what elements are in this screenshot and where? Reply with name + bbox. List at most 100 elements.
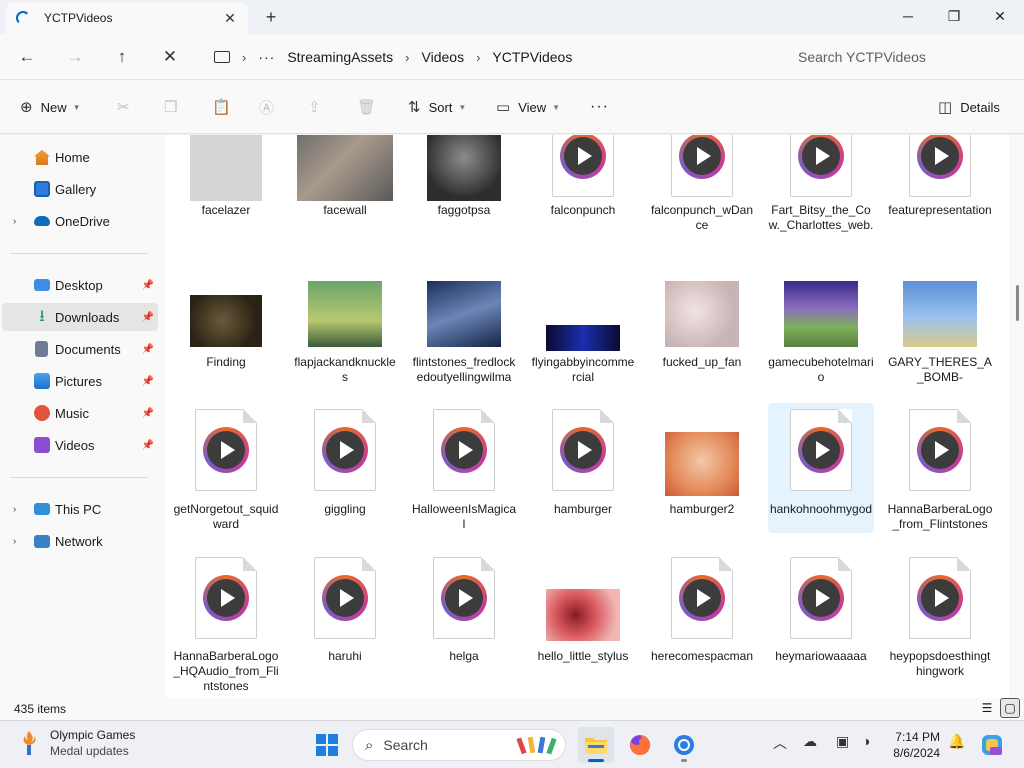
file-item-flyingabbyincommercial[interactable]: flyingabbyincommercial bbox=[530, 275, 636, 405]
new-button[interactable]: ⊕ New ▼ bbox=[20, 94, 81, 120]
up-arrow-icon[interactable]: ↑ bbox=[106, 42, 138, 72]
view-label: View bbox=[518, 99, 547, 115]
sidebar-item-downloads[interactable]: ⭳ Downloads 📌 bbox=[2, 303, 158, 331]
chrome-taskbar-button[interactable] bbox=[666, 727, 702, 763]
pin-icon[interactable]: 📌 bbox=[142, 440, 154, 451]
minimize-button[interactable]: ─ bbox=[885, 0, 931, 32]
sidebar-item-music[interactable]: Music 📌 bbox=[2, 399, 158, 427]
breadcrumb-videos[interactable]: Videos bbox=[422, 49, 465, 65]
more-options-button[interactable]: ··· bbox=[590, 94, 609, 120]
sort-arrows-icon: ⇅ bbox=[408, 99, 421, 116]
pin-icon[interactable]: 📌 bbox=[142, 280, 154, 291]
file-item-hannabarberalogo-from-flintstones[interactable]: HannaBarberaLogo_from_Flintstones bbox=[887, 403, 993, 533]
sidebar-item-documents[interactable]: Documents 📌 bbox=[2, 335, 158, 363]
file-item-flintstones[interactable]: flintstones_fredlockedoutyellingwilma bbox=[411, 275, 517, 405]
sort-button[interactable]: ⇅ Sort ▼ bbox=[408, 94, 466, 120]
chevron-right-icon[interactable]: › bbox=[13, 216, 16, 227]
firefox-taskbar-button[interactable] bbox=[622, 727, 658, 763]
cut-button[interactable]: ✂ bbox=[117, 94, 138, 120]
file-item-getnorgetout-squidward[interactable]: getNorgetout_squidward bbox=[173, 403, 279, 533]
breadcrumb-ellipsis[interactable]: ··· bbox=[258, 49, 275, 65]
copilot-icon[interactable] bbox=[980, 733, 1004, 757]
network-icon[interactable]: ▣ bbox=[836, 733, 849, 750]
file-item-fucked-up-fan[interactable]: fucked_up_fan bbox=[649, 275, 755, 405]
sidebar-item-network[interactable]: › Network bbox=[2, 527, 158, 555]
close-window-button[interactable]: ✕ bbox=[977, 0, 1023, 32]
tab-close-icon[interactable]: ✕ bbox=[218, 6, 242, 30]
file-item-hannabarberalogo-hqaudio[interactable]: HannaBarberaLogo_HQAudio_from_Flintstone… bbox=[173, 551, 279, 693]
file-item-falconpunch[interactable]: falconpunch bbox=[530, 135, 636, 259]
back-arrow-icon[interactable]: ← bbox=[11, 42, 43, 72]
file-item-gamecubehotelmario[interactable]: gamecubehotelmario bbox=[768, 275, 874, 405]
file-item-haruhi[interactable]: haruhi bbox=[292, 551, 398, 681]
file-item-facelazer[interactable]: facelazer bbox=[173, 135, 279, 259]
notification-bell-icon[interactable]: 🔔 bbox=[948, 733, 965, 750]
play-icon bbox=[917, 427, 963, 473]
pin-icon[interactable]: 📌 bbox=[142, 312, 154, 323]
file-item-faggotpsa[interactable]: faggotpsa bbox=[411, 135, 517, 259]
search-input[interactable] bbox=[798, 49, 998, 65]
paste-button[interactable]: 📋 bbox=[212, 94, 239, 120]
chevron-right-icon[interactable]: › bbox=[13, 536, 16, 547]
breadcrumb-yctpvideos[interactable]: YCTPVideos bbox=[492, 49, 572, 65]
tab-yctpvideos[interactable]: YCTPVideos ✕ bbox=[6, 2, 248, 34]
copy-button[interactable]: ❐ bbox=[164, 94, 185, 120]
delete-button[interactable]: 🗑 bbox=[357, 94, 384, 120]
file-item-helga[interactable]: helga bbox=[411, 551, 517, 681]
file-item-herecomespacman[interactable]: herecomespacman bbox=[649, 551, 755, 681]
video-thumbnail bbox=[308, 281, 382, 347]
file-item-heypopsdoesthingthingwork[interactable]: heypopsdoesthingthingwork bbox=[887, 551, 993, 681]
breadcrumb-streamingassets[interactable]: StreamingAssets bbox=[287, 49, 393, 65]
file-item-featurepresentation[interactable]: featurepresentation bbox=[887, 135, 993, 259]
pin-icon[interactable]: 📌 bbox=[142, 376, 154, 387]
file-item-fart-bitsy[interactable]: Fart_Bitsy_the_Cow._Charlottes_web. bbox=[768, 135, 874, 259]
windows-start-icon[interactable] bbox=[316, 734, 338, 756]
details-button[interactable]: ◫ Details bbox=[938, 94, 1000, 120]
file-item-halloweenismagical[interactable]: HalloweenIsMagical bbox=[411, 403, 517, 533]
vertical-scrollbar[interactable] bbox=[1011, 135, 1024, 698]
details-view-icon[interactable]: ☰ bbox=[977, 698, 997, 718]
sidebar-item-onedrive[interactable]: › OneDrive bbox=[2, 207, 158, 235]
video-thumbnail bbox=[665, 281, 739, 347]
pin-icon[interactable]: 📌 bbox=[142, 408, 154, 419]
file-item-falconpunch-wdance[interactable]: falconpunch_wDance bbox=[649, 135, 755, 259]
file-item-flapjackandknuckles[interactable]: flapjackandknuckles bbox=[292, 275, 398, 405]
file-item-facewall[interactable]: facewall bbox=[292, 135, 398, 259]
scrollbar-thumb[interactable] bbox=[1016, 285, 1019, 321]
file-item-hamburger2[interactable]: hamburger2 bbox=[649, 403, 755, 533]
file-explorer-taskbar-button[interactable] bbox=[578, 727, 614, 763]
share-button[interactable]: ⇪ bbox=[308, 94, 329, 120]
rename-button[interactable]: Ⓐ bbox=[259, 94, 282, 120]
tiles-view-icon[interactable]: ▢ bbox=[1000, 698, 1020, 718]
sidebar-item-pictures[interactable]: Pictures 📌 bbox=[2, 367, 158, 395]
weather-widget[interactable]: Olympic Games Medal updates bbox=[18, 728, 135, 758]
new-tab-button[interactable]: + bbox=[258, 4, 284, 30]
file-item-hello-little-stylus[interactable]: hello_little_stylus bbox=[530, 551, 636, 681]
stop-loading-icon[interactable]: ✕ bbox=[154, 42, 186, 72]
clock[interactable]: 7:14 PM 8/6/2024 bbox=[884, 729, 940, 761]
file-item-finding[interactable]: Finding bbox=[173, 275, 279, 405]
sidebar-item-this-pc[interactable]: › This PC bbox=[2, 495, 158, 523]
sidebar-item-gallery[interactable]: Gallery bbox=[2, 175, 158, 203]
file-item-heymariowaaaaa[interactable]: heymariowaaaaa bbox=[768, 551, 874, 681]
chevron-right-icon[interactable]: › bbox=[13, 504, 16, 515]
pin-icon[interactable]: 📌 bbox=[142, 344, 154, 355]
sidebar-item-videos[interactable]: Videos 📌 bbox=[2, 431, 158, 459]
sidebar-item-desktop[interactable]: Desktop 📌 bbox=[2, 271, 158, 299]
file-item-hamburger[interactable]: hamburger bbox=[530, 403, 636, 533]
taskbar-search[interactable]: ⌕ Search bbox=[352, 729, 566, 761]
cloud-offline-icon[interactable]: ☁ bbox=[803, 733, 817, 750]
video-file-icon bbox=[433, 409, 495, 491]
file-item-giggling[interactable]: giggling bbox=[292, 403, 398, 533]
search-box[interactable] bbox=[786, 41, 1016, 73]
forward-arrow-icon[interactable]: → bbox=[59, 42, 91, 72]
volume-icon[interactable]: ◑ bbox=[862, 733, 870, 749]
file-grid: facelazer facewall faggotpsa falconpunch… bbox=[165, 135, 1010, 698]
chevron-up-icon[interactable]: ︿ bbox=[773, 733, 787, 753]
file-item-hankohnoohmygod[interactable]: hankohnoohmygod bbox=[768, 403, 874, 533]
breadcrumb[interactable]: › ··· StreamingAssets › Videos › YCTPVid… bbox=[202, 41, 776, 73]
maximize-button[interactable]: ❐ bbox=[931, 0, 977, 32]
sidebar-item-home[interactable]: Home bbox=[2, 143, 158, 171]
view-button[interactable]: ▭ View ▼ bbox=[496, 94, 560, 120]
file-item-gary-theres-a-bomb[interactable]: GARY_THERES_A_BOMB- bbox=[887, 275, 993, 405]
